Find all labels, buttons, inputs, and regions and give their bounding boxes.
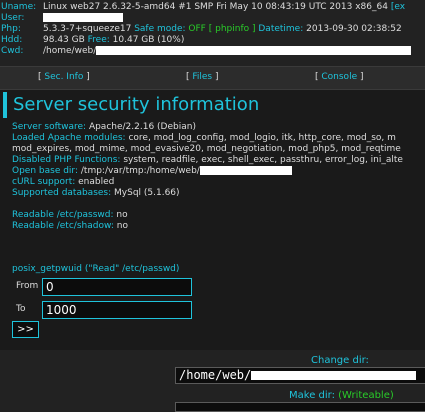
open-basedir-value: /tmp:/var/tmp:/home/web/ xyxy=(80,166,200,176)
software-label: Server software: xyxy=(12,122,87,132)
disabled-functions-label: Disabled PHP Functions: xyxy=(12,155,121,165)
curl-row: cURL support: enabled xyxy=(12,177,425,188)
from-input[interactable]: 0 xyxy=(42,278,192,296)
open-basedir-label: Open base dir: xyxy=(12,166,79,176)
make-dir-input[interactable] xyxy=(175,402,425,412)
hdd-row: Hdd: 98.43 GB Free: 10.47 GB (10%) xyxy=(0,35,425,46)
modules-value: core, mod_log_config, mod_logio, itk, ht… xyxy=(128,133,396,143)
change-dir-input[interactable]: /home/web/ xyxy=(175,367,425,384)
from-label: From xyxy=(16,281,39,291)
redacted-change-dir xyxy=(251,371,417,380)
disabled-functions-value: system, readfile, exec, shell_exec, pass… xyxy=(123,155,403,165)
uname-value: Linux web27 2.6.32-5-amd64 #1 SMP Fri Ma… xyxy=(43,2,388,12)
shadow-label: Readable /etc/shadow: xyxy=(12,221,114,231)
passwd-label: Readable /etc/passwd: xyxy=(12,210,114,220)
databases-label: Supported databases: xyxy=(12,188,112,198)
disabled-functions-row: Disabled PHP Functions: system, readfile… xyxy=(12,155,425,166)
shadow-value: no xyxy=(116,221,128,231)
modules-label: Loaded Apache modules: xyxy=(12,133,126,143)
user-label: User: xyxy=(1,13,25,23)
redacted-user xyxy=(43,13,123,22)
server-info-panel: Uname: Linux web27 2.6.32-5-amd64 #1 SMP… xyxy=(0,2,425,57)
hdd-free-label: Free: xyxy=(87,35,110,45)
hdd-label: Hdd: xyxy=(1,35,23,45)
to-label: To xyxy=(16,304,26,314)
submit-button[interactable]: >> xyxy=(12,321,39,338)
make-dir-label-row: Make dir: (Writeable) xyxy=(289,390,394,401)
to-input[interactable]: 1000 xyxy=(42,301,192,319)
change-dir-value: /home/web/ xyxy=(179,368,252,382)
make-dir-writeable-status: (Writeable) xyxy=(338,390,394,401)
main-nav: [ Sec. Info ] [ Files ] [ Console ] xyxy=(0,66,425,90)
software-row: Server software: Apache/2.2.16 (Debian) xyxy=(12,122,425,133)
safe-mode-label: Safe mode: xyxy=(134,24,186,34)
open-basedir-row: Open base dir: /tmp:/var/tmp:/home/web/ xyxy=(12,166,425,177)
shadow-row: Readable /etc/shadow: no xyxy=(12,221,425,232)
safe-mode-value: OFF xyxy=(188,24,206,34)
posix-getpwuid-label: posix_getpwuid ("Read" /etc/passwd) xyxy=(12,264,180,274)
redacted-path xyxy=(96,46,412,55)
php-version: 5.3.3-7+squeeze17 xyxy=(43,24,132,34)
page-title: Server security information xyxy=(3,92,425,118)
datetime-value: 2013-09-30 02:38:52 xyxy=(306,24,402,34)
make-dir-label: Make dir: xyxy=(289,390,335,401)
uname-row: Uname: Linux web27 2.6.32-5-amd64 #1 SMP… xyxy=(0,2,425,13)
software-value: Apache/2.2.16 (Debian) xyxy=(88,122,196,132)
change-dir-label: Change dir: xyxy=(311,355,369,366)
user-row: User: xyxy=(0,13,425,24)
nav-files[interactable]: [ Files ] xyxy=(186,72,219,83)
uname-label: Uname: xyxy=(1,2,37,12)
security-info-list: Server software: Apache/2.2.16 (Debian) … xyxy=(12,122,425,232)
modules-value-cont: mod_expires, mod_mime, mod_evasive20, mo… xyxy=(12,144,401,154)
phpinfo-link[interactable]: [ phpinfo ] xyxy=(209,24,256,34)
exploit-db-link[interactable]: [ex xyxy=(391,2,405,12)
curl-label: cURL support: xyxy=(12,177,76,187)
php-row: Php: 5.3.3-7+squeeze17 Safe mode: OFF [ … xyxy=(0,24,425,35)
cwd-row: Cwd: /home/web/ xyxy=(0,46,425,57)
passwd-value: no xyxy=(116,210,128,220)
curl-value: enabled xyxy=(78,177,115,187)
databases-row: Supported databases: MySql (5.1.66) xyxy=(12,188,425,199)
modules-row: Loaded Apache modules: core, mod_log_con… xyxy=(12,133,425,144)
databases-value: MySql (5.1.66) xyxy=(114,188,180,198)
modules-row-cont: mod_expires, mod_mime, mod_evasive20, mo… xyxy=(12,144,425,155)
php-label: Php: xyxy=(1,24,21,34)
cwd-path[interactable]: /home/web/ xyxy=(43,46,96,56)
hdd-free: 10.47 GB (10%) xyxy=(112,35,185,45)
passwd-row: Readable /etc/passwd: no xyxy=(12,210,425,221)
nav-console[interactable]: [ Console ] xyxy=(315,72,363,83)
cwd-label: Cwd: xyxy=(1,46,24,56)
redacted-basedir xyxy=(199,166,292,175)
datetime-label: Datetime: xyxy=(258,24,304,34)
nav-sec-info[interactable]: [ Sec. Info ] xyxy=(38,72,90,83)
hdd-total: 98.43 GB xyxy=(43,35,85,45)
